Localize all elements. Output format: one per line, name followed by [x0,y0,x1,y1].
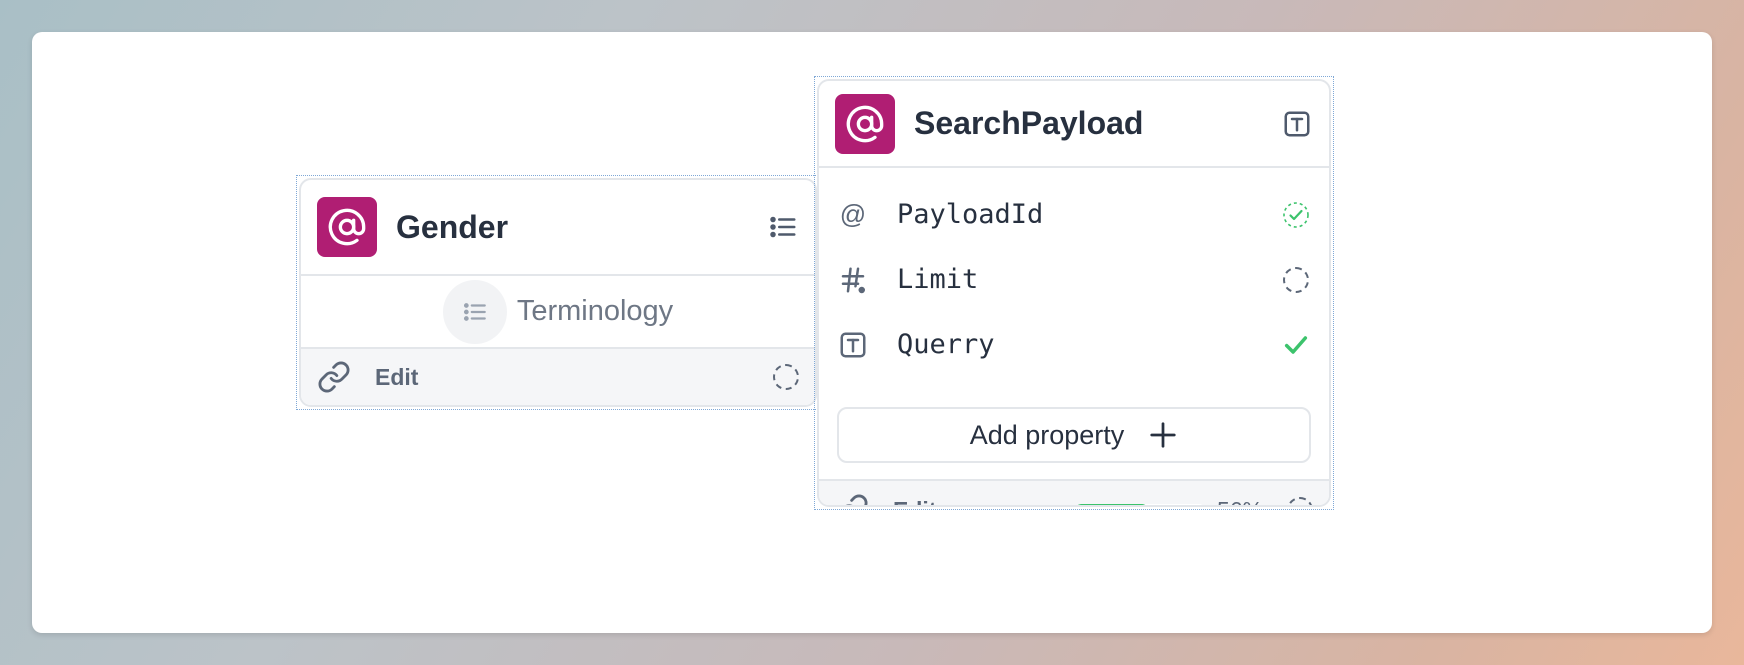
terminology-row[interactable]: Terminology [301,276,815,347]
searchpayload-node-footer: Edit 56% [819,479,1329,506]
list-icon [442,279,507,344]
add-property-button[interactable]: Add property [837,407,1311,463]
status-incomplete-icon [1281,265,1311,295]
status-incomplete-icon [773,364,799,390]
status-incomplete-icon [1287,497,1313,505]
check-icon [1281,330,1311,360]
searchpayload-node[interactable]: SearchPayload @ PayloadId Limit Querry A… [817,79,1331,507]
gender-node-header: Gender [301,180,815,276]
property-row[interactable]: Querry [837,312,1311,377]
canvas: Gender Terminology Edit SearchPayload @ … [32,32,1712,633]
gender-node-selection: Gender Terminology Edit [296,175,820,410]
progress-fill [1074,504,1148,505]
link-icon[interactable] [835,493,869,505]
check-circle-dashed-icon [1281,200,1311,230]
property-row[interactable]: @ PayloadId [837,182,1311,247]
completion-progress-bar [1074,504,1205,505]
edit-button[interactable]: Edit [375,364,773,391]
property-name: PayloadId [897,199,1044,230]
at-sign-icon [317,197,377,257]
searchpayload-node-header: SearchPayload [819,81,1329,168]
edit-button[interactable]: Edit [893,497,1075,506]
at-sign-icon: @ [839,199,867,229]
terminology-label: Terminology [516,295,674,327]
property-name: Limit [897,264,979,295]
text-type-icon [1281,108,1313,140]
plus-icon [1148,420,1178,450]
properties-list: @ PayloadId Limit Querry Add property [819,168,1329,463]
link-icon[interactable] [317,360,351,394]
node-title: Gender [396,208,509,245]
property-name: Querry [897,329,995,360]
gender-node[interactable]: Gender Terminology Edit [299,178,817,407]
text-type-icon [837,329,869,361]
property-row[interactable]: Limit [837,247,1311,312]
add-property-label: Add property [969,419,1125,450]
gender-node-footer: Edit [301,347,815,405]
at-sign-icon [835,93,895,154]
searchpayload-node-selection: SearchPayload @ PayloadId Limit Querry A… [814,76,1334,510]
hash-icon [837,264,869,296]
list-icon [767,211,799,243]
node-title: SearchPayload [914,105,1144,141]
progress-percent: 56% [1217,497,1263,506]
